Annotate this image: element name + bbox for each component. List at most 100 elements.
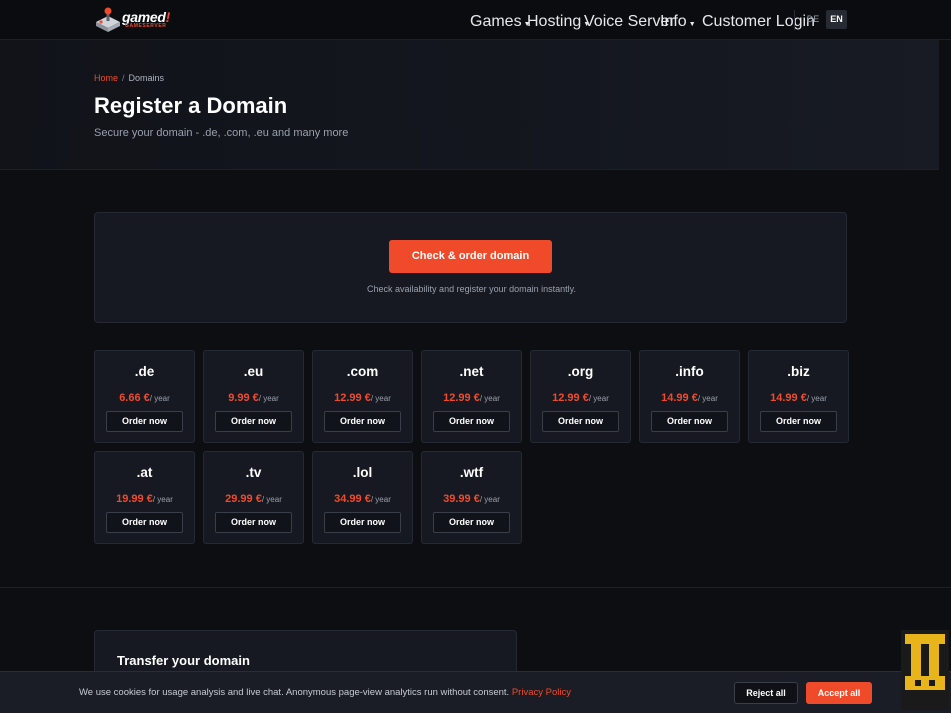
order-now-button[interactable]: Order now	[651, 411, 728, 432]
domain-card: .de 6.66 €/ year Order now	[94, 350, 195, 443]
site-logo[interactable]: gamed! GAMESERVER	[94, 6, 184, 34]
logo-subtitle: GAMESERVER	[125, 23, 167, 29]
domain-price-period: / year	[152, 495, 173, 504]
domain-price-line: 6.66 €/ year	[95, 388, 194, 406]
domain-price-line: 29.99 €/ year	[204, 489, 303, 507]
breadcrumb-current: Domains	[128, 73, 165, 83]
order-now-button[interactable]: Order now	[433, 512, 510, 533]
nav-customer-login-label: Customer Login	[702, 13, 815, 30]
domain-price: 9.99 €	[228, 392, 259, 404]
domain-price: 12.99 €	[552, 392, 589, 404]
domain-price: 6.66 €	[119, 392, 150, 404]
breadcrumb-home[interactable]: Home	[94, 73, 118, 83]
domain-price-line: 12.99 €/ year	[531, 388, 630, 406]
order-now-button[interactable]: Order now	[324, 512, 401, 533]
domain-card: .wtf 39.99 €/ year Order now	[421, 451, 522, 544]
domain-price-period: / year	[149, 394, 170, 403]
cookie-banner: We use cookies for usage analysis and li…	[0, 671, 951, 713]
order-now-button[interactable]: Order now	[215, 512, 292, 533]
domain-price-line: 19.99 €/ year	[95, 489, 194, 507]
nav-divider	[794, 10, 795, 30]
cookie-text: We use cookies for usage analysis and li…	[79, 687, 571, 698]
domain-tld: .lol	[352, 465, 373, 480]
domain-price: 12.99 €	[334, 392, 371, 404]
hosting-badge-icon	[901, 630, 949, 710]
domain-price: 29.99 €	[225, 493, 262, 505]
section-divider	[0, 587, 951, 588]
breadcrumb-separator: /	[122, 73, 125, 83]
domain-price-line: 12.99 €/ year	[422, 388, 521, 406]
language-de[interactable]: DE	[803, 10, 823, 29]
domain-tld: .info	[675, 364, 704, 379]
domain-tld: .de	[134, 364, 155, 379]
domain-price-line: 12.99 €/ year	[313, 388, 412, 406]
domain-card: .com 12.99 €/ year Order now	[312, 350, 413, 443]
order-now-button[interactable]: Order now	[215, 411, 292, 432]
domain-card: .net 12.99 €/ year Order now	[421, 350, 522, 443]
domain-price-period: / year	[479, 394, 500, 403]
domain-card: .biz 14.99 €/ year Order now	[748, 350, 849, 443]
domain-price-line: 34.99 €/ year	[313, 489, 412, 507]
order-now-button[interactable]: Order now	[324, 411, 401, 432]
page-title: Register a Domain	[94, 93, 288, 118]
domain-tld: .at	[136, 465, 153, 480]
domain-price: 34.99 €	[334, 493, 371, 505]
domain-price: 19.99 €	[116, 493, 153, 505]
domain-price: 14.99 €	[770, 392, 807, 404]
hosting-badge[interactable]	[901, 630, 949, 710]
reject-all-button[interactable]: Reject all	[734, 682, 798, 704]
order-now-button[interactable]: Order now	[433, 411, 510, 432]
domain-card: .org 12.99 €/ year Order now	[530, 350, 631, 443]
cookie-message: We use cookies for usage analysis and li…	[79, 687, 510, 698]
privacy-policy-link[interactable]: Privacy Policy	[512, 687, 571, 698]
order-now-button[interactable]: Order now	[542, 411, 619, 432]
check-order-domain-button[interactable]: Check & order domain	[389, 240, 552, 273]
breadcrumb: Home / Domains	[94, 73, 164, 83]
joystick-logo-icon	[96, 7, 120, 32]
language-en[interactable]: EN	[826, 10, 847, 29]
page-subtitle: Secure your domain - .de, .com, .eu and …	[94, 127, 349, 139]
domain-price-line: 14.99 €/ year	[749, 388, 848, 406]
check-note: Check availability and register your dom…	[367, 284, 576, 294]
page-hero: Home / Domains Register a Domain Secure yo…	[0, 40, 951, 170]
domain-price-period: / year	[479, 495, 500, 504]
domain-price-period: / year	[370, 394, 391, 403]
domain-price-line: 39.99 €/ year	[422, 489, 521, 507]
domain-price: 12.99 €	[443, 392, 480, 404]
domain-card: .lol 34.99 €/ year Order now	[312, 451, 413, 544]
nav-hosting[interactable]: Hosting ▼	[527, 13, 590, 31]
order-now-button[interactable]: Order now	[760, 411, 837, 432]
domain-card: .at 19.99 €/ year Order now	[94, 451, 195, 544]
accept-all-button[interactable]: Accept all	[806, 682, 872, 704]
domain-check-panel: Check & order domain Check availability …	[94, 212, 847, 323]
domain-tld: .org	[567, 364, 594, 379]
domain-tld: .biz	[787, 364, 810, 379]
domain-price-period: / year	[258, 394, 279, 403]
nav-games-label: Games	[470, 13, 522, 30]
domain-price: 39.99 €	[443, 493, 480, 505]
domain-card: .eu 9.99 €/ year Order now	[203, 350, 304, 443]
domain-price-line: 9.99 €/ year	[204, 388, 303, 406]
transfer-title: Transfer your domain	[117, 653, 250, 668]
nav-info[interactable]: Info ▼	[660, 13, 696, 31]
domain-tld: .tv	[245, 465, 262, 480]
nav-hosting-label: Hosting	[527, 13, 582, 30]
domain-tld: .eu	[243, 364, 264, 379]
domain-price-period: / year	[697, 394, 718, 403]
domain-price: 14.99 €	[661, 392, 698, 404]
domain-price-period: / year	[806, 394, 827, 403]
nav-info-label: Info	[660, 13, 687, 30]
domain-price-period: / year	[588, 394, 609, 403]
domain-tld: .net	[459, 364, 484, 379]
domain-card: .tv 29.99 €/ year Order now	[203, 451, 304, 544]
order-now-button[interactable]: Order now	[106, 411, 183, 432]
order-now-button[interactable]: Order now	[106, 512, 183, 533]
caret-down-icon: ▼	[688, 21, 696, 28]
nav-games[interactable]: Games ▼	[470, 13, 531, 31]
nav-customer-login[interactable]: Customer Login	[702, 13, 815, 31]
domain-price-period: / year	[261, 495, 282, 504]
domain-card: .info 14.99 €/ year Order now	[639, 350, 740, 443]
domain-tld: .com	[346, 364, 379, 379]
top-navbar: gamed! GAMESERVER Games ▼ Hosting ▼ Voice …	[0, 0, 951, 40]
domain-price-period: / year	[370, 495, 391, 504]
